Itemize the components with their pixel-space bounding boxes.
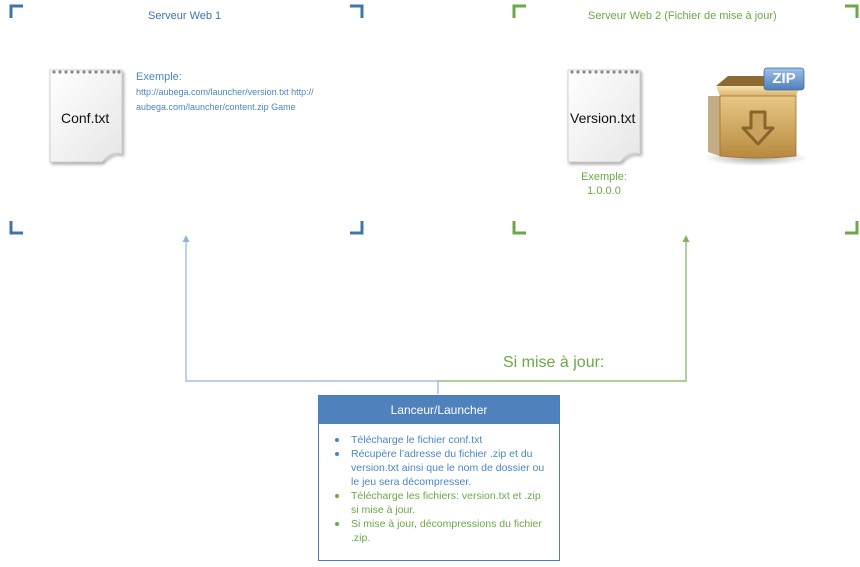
server1-example: Exemple: http://aubega.com/launcher/vers… <box>136 70 366 115</box>
server2-title: Serveur Web 2 (Fichier de mise à jour) <box>588 10 777 22</box>
server2-example: Exemple: 1.0.0.0 <box>566 170 642 198</box>
launcher-title: Lanceur/Launcher <box>319 396 559 424</box>
conf-file-label: Conf.txt <box>61 110 110 126</box>
update-label: Si mise à jour: <box>503 354 605 371</box>
zip-archive-icon: ZIP <box>702 66 810 170</box>
launcher-box: Lanceur/Launcher Télécharge le fichier c… <box>318 395 560 561</box>
launcher-step-2: Récupère l’adresse du fichier .zip et du… <box>333 447 549 489</box>
server1-example-line1: http://aubega.com/launcher/version.txt h… <box>136 87 314 97</box>
server2-example-heading: Exemple: <box>581 171 627 183</box>
server2-example-value: 1.0.0.0 <box>587 185 621 197</box>
launcher-step-1: Télécharge le fichier conf.txt <box>333 433 549 447</box>
version-file-label: Version.txt <box>570 110 636 126</box>
launcher-step-3: Télécharge les fichiers: version.txt et … <box>333 489 549 517</box>
zip-badge-label: ZIP <box>772 70 796 87</box>
server1-example-line2: aubega.com/launcher/content.zip Game <box>136 102 296 112</box>
server1-title: Serveur Web 1 <box>148 10 222 22</box>
server1-example-heading: Exemple: <box>136 71 182 83</box>
launcher-step-4: Si mise à jour, décompressions du fichie… <box>333 517 549 545</box>
launcher-steps: Télécharge le fichier conf.txt Récupère … <box>319 424 559 545</box>
arrow-to-server1 <box>182 235 439 394</box>
